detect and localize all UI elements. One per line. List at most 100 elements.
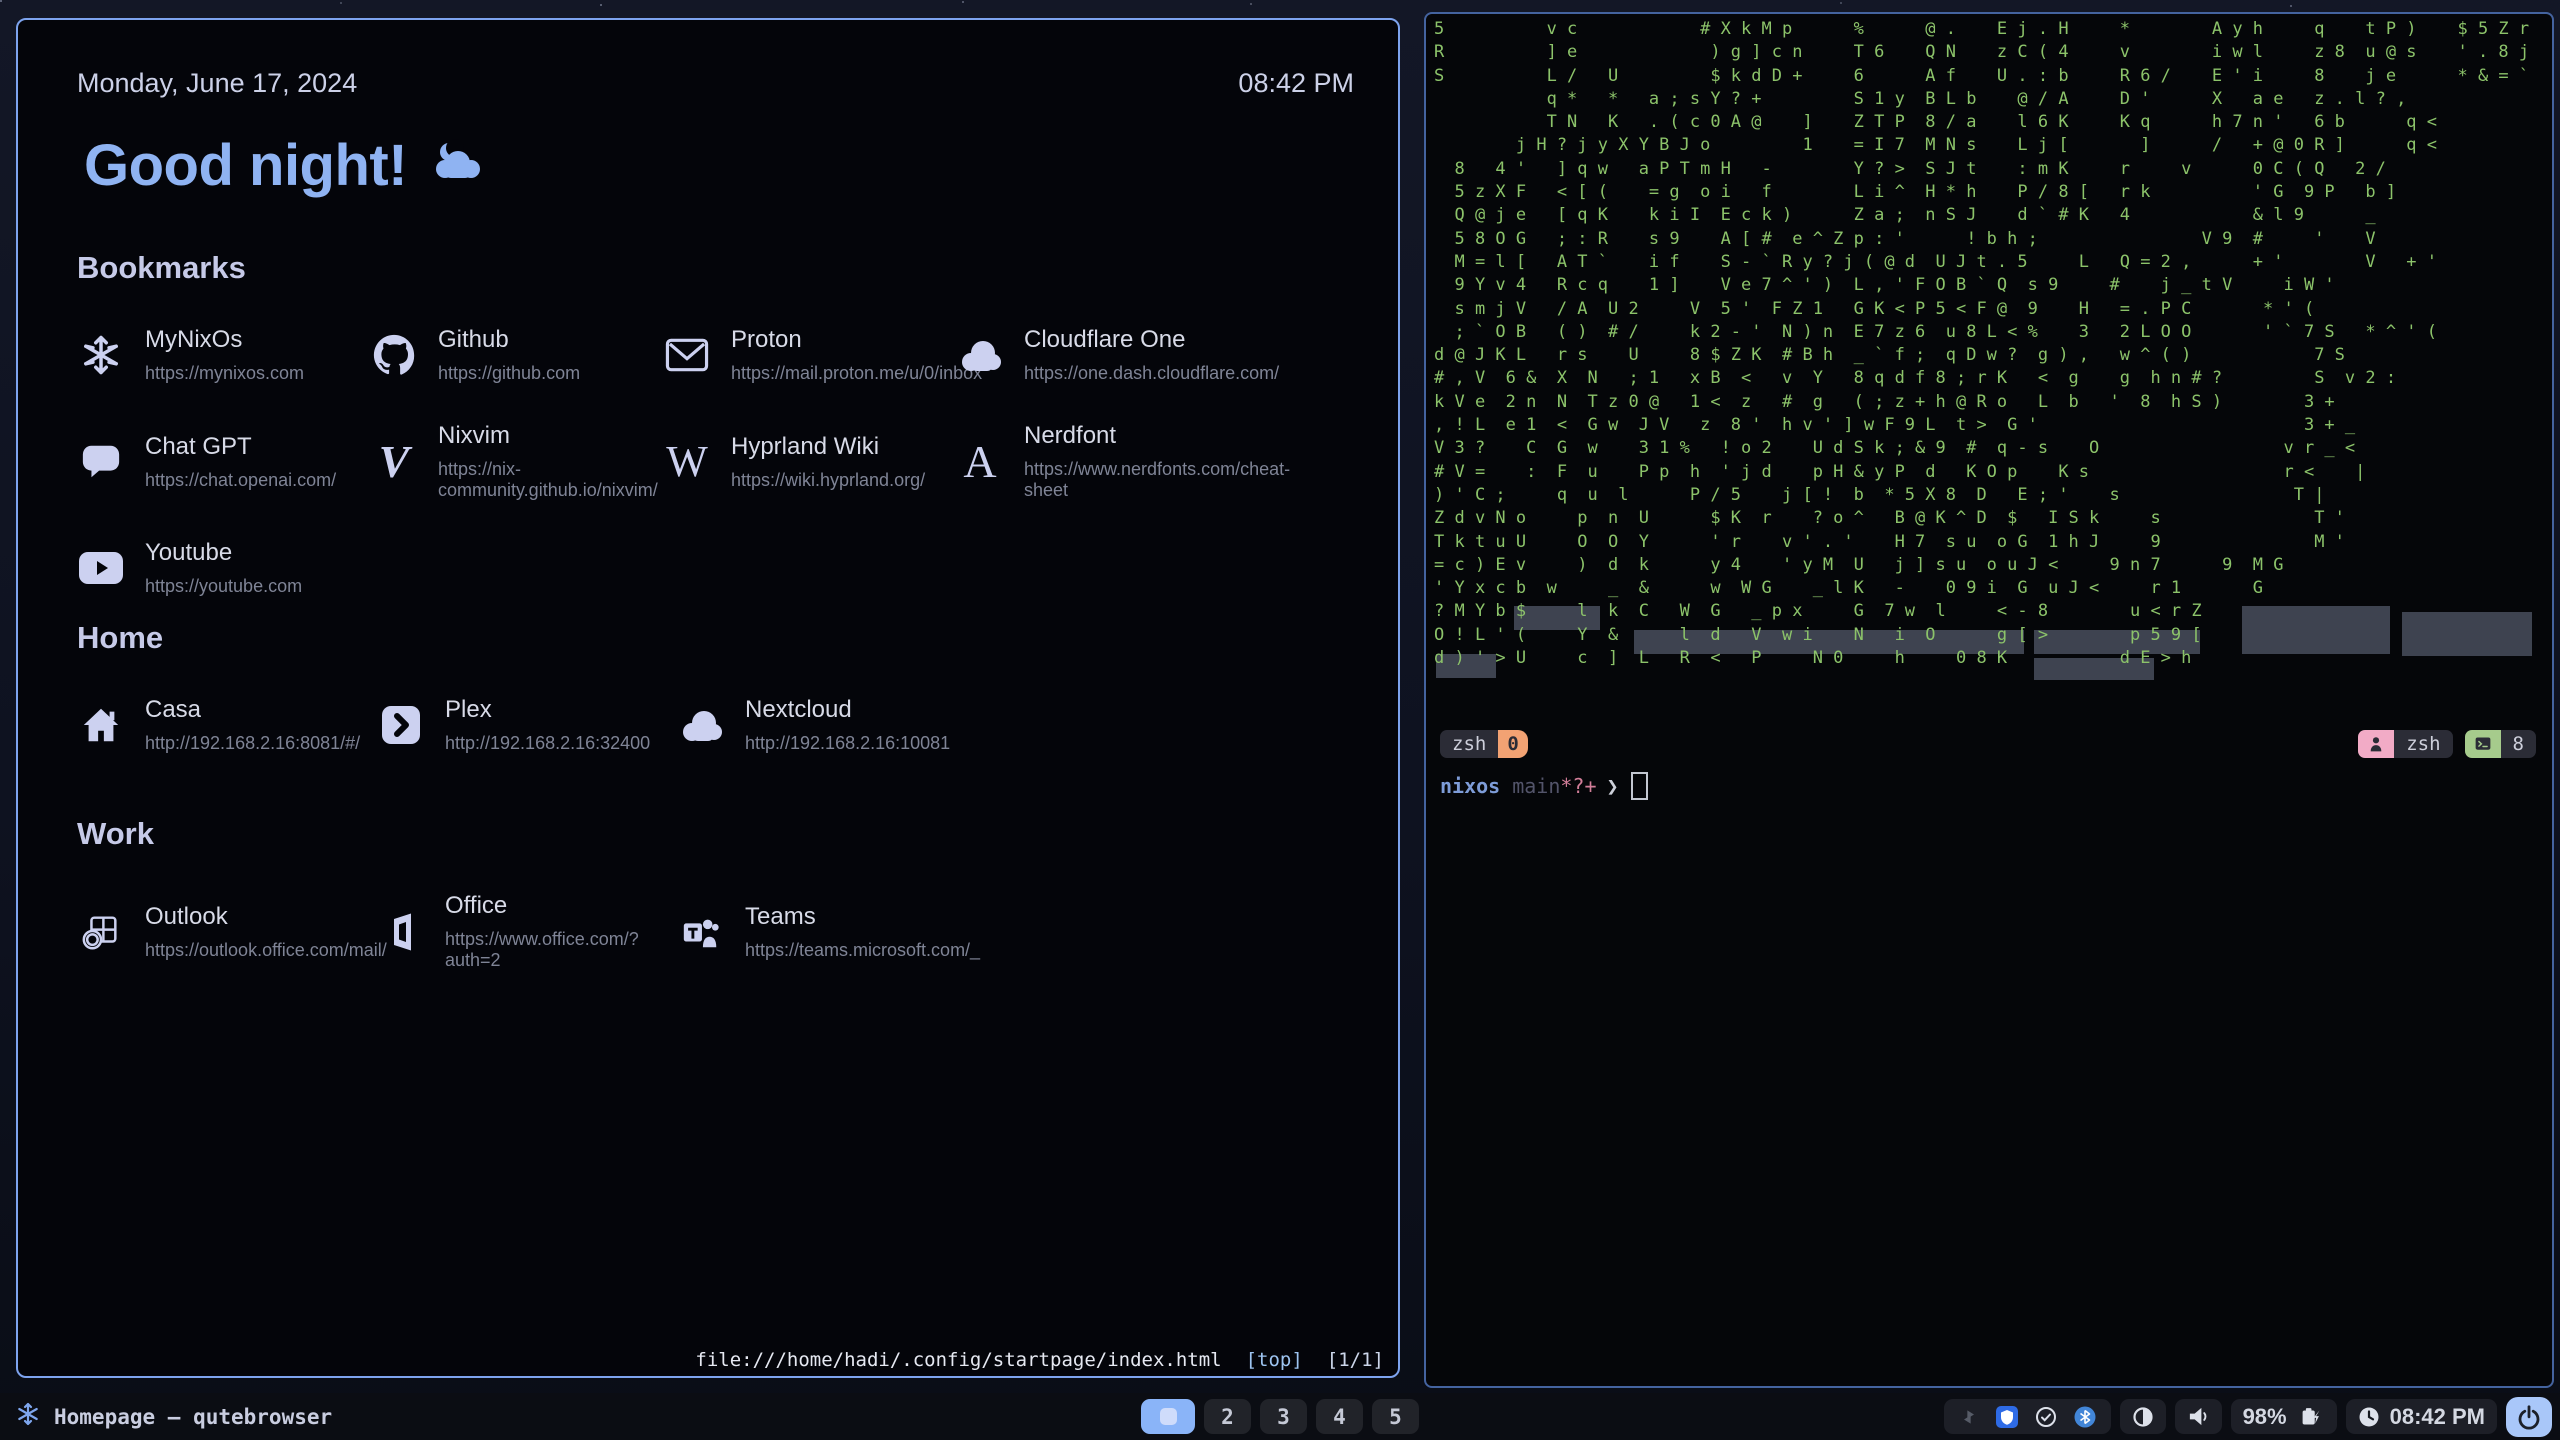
pane-count-indicator[interactable]: 8 bbox=[2465, 730, 2536, 758]
bookmark-url: https://github.com bbox=[438, 363, 580, 384]
startpage-date: Monday, June 17, 2024 bbox=[77, 68, 357, 99]
bookmark-url: https://nix-community.github.io/nixvim/ bbox=[438, 459, 663, 501]
bitwarden-shield-icon[interactable] bbox=[1996, 1406, 2018, 1428]
check-circle-icon[interactable] bbox=[2035, 1406, 2057, 1428]
bookmark-url: https://www.nerdfonts.com/cheat-sheet bbox=[1024, 459, 1290, 501]
battery-percent: 98% bbox=[2243, 1404, 2287, 1430]
pane-count: 8 bbox=[2501, 730, 2536, 758]
bookmark-url: https://www.office.com/?auth=2 bbox=[445, 929, 677, 971]
bookmark-url: http://192.168.2.16:10081 bbox=[745, 733, 950, 754]
statusbar-scroll-position: [top] bbox=[1246, 1349, 1303, 1371]
tab-shell-label: zsh bbox=[1440, 730, 1498, 758]
workspace-4[interactable]: 4 bbox=[1316, 1399, 1363, 1434]
bookmark-mynixos[interactable]: MyNixOs https://mynixos.com bbox=[77, 326, 370, 384]
vim-v-icon: V bbox=[370, 438, 418, 486]
bookmark-teams[interactable]: Teams https://teams.microsoft.com/_ bbox=[677, 892, 977, 971]
workspace-2[interactable]: 2 bbox=[1204, 1399, 1251, 1434]
bookmark-url: https://outlook.office.com/mail/ bbox=[145, 940, 387, 961]
section-title: Work bbox=[77, 816, 1368, 852]
volume-module[interactable] bbox=[2175, 1399, 2222, 1434]
youtube-icon bbox=[77, 544, 125, 592]
bookmark-label: Youtube bbox=[145, 539, 302, 567]
session-indicator[interactable]: zsh bbox=[2358, 730, 2452, 758]
wiki-w-icon: W bbox=[663, 438, 711, 486]
bookmark-nerdfont[interactable]: A Nerdfont https://www.nerdfonts.com/che… bbox=[956, 422, 1249, 501]
power-button[interactable] bbox=[2506, 1397, 2552, 1437]
bookmark-proton[interactable]: Proton https://mail.proton.me/u/0/inbox bbox=[663, 326, 956, 384]
desktop: Monday, June 17, 2024 08:42 PM Good nigh… bbox=[0, 0, 2560, 1440]
active-window-module[interactable]: Homepage — qutebrowser bbox=[16, 1402, 332, 1431]
system-tray bbox=[1944, 1399, 2111, 1434]
bookmark-url: https://mynixos.com bbox=[145, 363, 304, 384]
section-home: Home Casa http://192.168.2.16:8081/#/ P bbox=[77, 620, 1368, 754]
letter-a-icon: A bbox=[956, 438, 1004, 486]
clock-icon bbox=[2358, 1406, 2380, 1428]
bookmark-url: https://one.dash.cloudflare.com/ bbox=[1024, 363, 1279, 384]
workspace-5[interactable]: 5 bbox=[1372, 1399, 1419, 1434]
kdeconnect-icon[interactable] bbox=[1959, 1407, 1979, 1427]
bookmark-nixvim[interactable]: V Nixvim https://nix-community.github.io… bbox=[370, 422, 663, 501]
taskbar-right-modules: 98% 08:42 PM bbox=[1944, 1397, 2552, 1437]
clock-module[interactable]: 08:42 PM bbox=[2346, 1399, 2497, 1434]
power-icon bbox=[2517, 1404, 2541, 1430]
bookmark-label: Casa bbox=[145, 696, 360, 724]
section-title: Bookmarks bbox=[77, 250, 1368, 286]
shell-prompt[interactable]: nixos main *?+ ❯ bbox=[1440, 772, 1648, 800]
bookmark-cloudflare-one[interactable]: Cloudflare One https://one.dash.cloudfla… bbox=[956, 326, 1249, 384]
nixos-snowflake-icon bbox=[77, 331, 125, 379]
house-icon bbox=[77, 701, 125, 749]
prompt-git-status: *?+ bbox=[1560, 774, 1596, 798]
bookmark-url: https://wiki.hyprland.org/ bbox=[731, 470, 925, 491]
section-bookmarks: Bookmarks MyNixOs https://mynixos.com bbox=[77, 250, 1368, 597]
bookmark-url: https://mail.proton.me/u/0/inbox bbox=[731, 363, 982, 384]
bookmark-label: Outlook bbox=[145, 903, 387, 931]
active-window-title: Homepage — qutebrowser bbox=[54, 1405, 332, 1429]
taskbar: Homepage — qutebrowser 2 3 4 5 bbox=[0, 1393, 2560, 1440]
session-label: zsh bbox=[2394, 730, 2452, 758]
bookmark-label: Office bbox=[445, 892, 677, 920]
github-icon bbox=[370, 331, 418, 379]
battery-module[interactable]: 98% bbox=[2231, 1399, 2337, 1434]
wallpaper-stars bbox=[0, 0, 2, 2]
bookmark-nextcloud[interactable]: Nextcloud http://192.168.2.16:10081 bbox=[677, 696, 977, 754]
terminal-window[interactable]: 5 v c # X k M p % @ . E j . H * A y h q … bbox=[1424, 12, 2554, 1388]
bookmark-hyprland-wiki[interactable]: W Hyprland Wiki https://wiki.hyprland.or… bbox=[663, 422, 956, 501]
bookmark-youtube[interactable]: Youtube https://youtube.com bbox=[77, 539, 370, 597]
qutebrowser-statusbar: file:///home/hadi/.config/startpage/inde… bbox=[695, 1349, 1384, 1371]
bookmark-outlook[interactable]: Outlook https://outlook.office.com/mail/ bbox=[77, 892, 377, 971]
bookmark-casa[interactable]: Casa http://192.168.2.16:8081/#/ bbox=[77, 696, 377, 754]
bookmark-label: Github bbox=[438, 326, 580, 354]
greeting-heading: Good night! bbox=[84, 132, 489, 199]
night-light-module[interactable] bbox=[2120, 1399, 2166, 1434]
bookmark-url: https://chat.openai.com/ bbox=[145, 470, 336, 491]
bookmark-label: Cloudflare One bbox=[1024, 326, 1279, 354]
qutebrowser-window[interactable]: Monday, June 17, 2024 08:42 PM Good nigh… bbox=[16, 18, 1400, 1378]
outlook-icon bbox=[77, 908, 125, 956]
workspace-1-active[interactable] bbox=[1141, 1399, 1195, 1434]
bookmark-url: http://192.168.2.16:32400 bbox=[445, 733, 650, 754]
bookmark-plex[interactable]: Plex http://192.168.2.16:32400 bbox=[377, 696, 677, 754]
nixos-logo-icon bbox=[16, 1402, 40, 1431]
greeting-text: Good night! bbox=[84, 132, 407, 199]
bookmark-label: Teams bbox=[745, 903, 980, 931]
bookmark-office[interactable]: Office https://www.office.com/?auth=2 bbox=[377, 892, 677, 971]
bookmark-label: Chat GPT bbox=[145, 433, 336, 461]
volume-icon bbox=[2187, 1405, 2210, 1428]
bookmark-url: https://teams.microsoft.com/_ bbox=[745, 940, 980, 961]
terminal-cursor bbox=[1631, 772, 1648, 800]
workspace-switcher: 2 3 4 5 bbox=[1141, 1399, 1419, 1434]
terminal-tabbar: zsh 0 zsh 8 bbox=[1440, 729, 2536, 759]
bookmark-github[interactable]: Github https://github.com bbox=[370, 326, 663, 384]
prompt-git-branch: main bbox=[1512, 774, 1560, 798]
battery-charging-icon bbox=[2297, 1406, 2325, 1428]
office-icon bbox=[377, 908, 425, 956]
tab-zsh[interactable]: zsh 0 bbox=[1440, 730, 1528, 758]
prompt-host: nixos bbox=[1440, 774, 1500, 798]
user-icon bbox=[2358, 730, 2394, 758]
statusbar-tab-counter: [1/1] bbox=[1327, 1349, 1384, 1371]
bookmark-url: https://youtube.com bbox=[145, 576, 302, 597]
tab-index-badge: 0 bbox=[1498, 730, 1527, 758]
bookmark-chatgpt[interactable]: Chat GPT https://chat.openai.com/ bbox=[77, 422, 370, 501]
workspace-3[interactable]: 3 bbox=[1260, 1399, 1307, 1434]
bluetooth-icon[interactable] bbox=[2074, 1406, 2096, 1428]
